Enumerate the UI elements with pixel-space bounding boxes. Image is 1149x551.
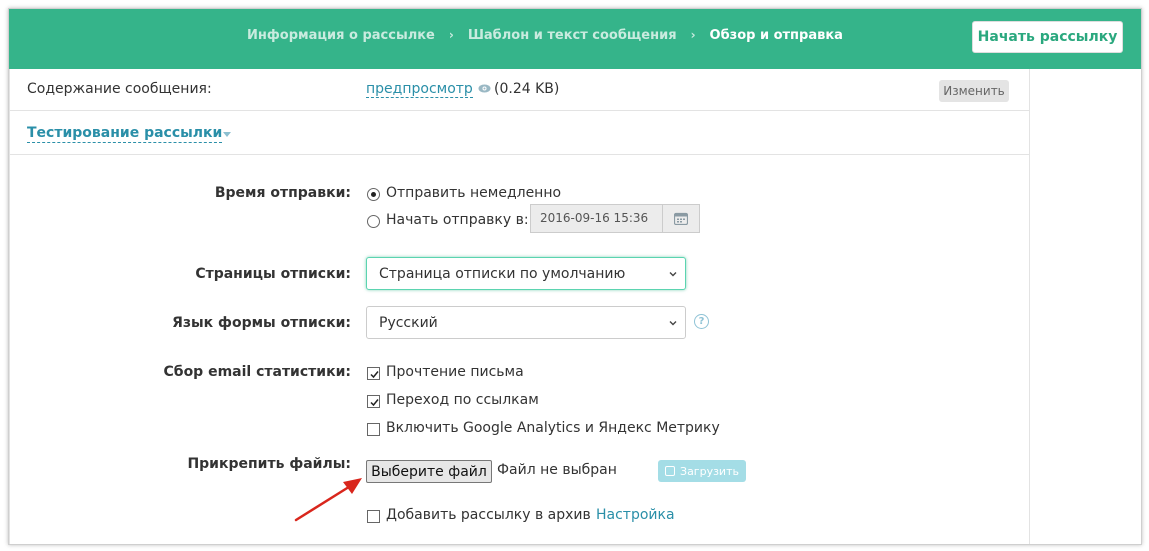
attach-files-label: Прикрепить файлы: bbox=[187, 456, 351, 472]
track-clicks-label[interactable]: Переход по ссылкам bbox=[386, 392, 539, 408]
unsubscribe-language-label: Язык формы отписки: bbox=[172, 315, 351, 331]
testing-toggle-link[interactable]: Тестирование рассылки bbox=[27, 125, 223, 143]
edit-button[interactable]: Изменить bbox=[939, 80, 1009, 102]
step-template[interactable]: Шаблон и текст сообщения bbox=[468, 28, 677, 43]
unsubscribe-page-select[interactable]: Страница отписки по умолчанию bbox=[366, 257, 686, 290]
track-opens-label[interactable]: Прочтение письма bbox=[386, 364, 524, 380]
file-status: Файл не выбран bbox=[497, 462, 617, 478]
archive-settings-link[interactable]: Настройка bbox=[596, 507, 675, 523]
start-campaign-button[interactable]: Начать рассылку bbox=[972, 21, 1123, 53]
wizard-steps: Информация о рассылке › Шаблон и текст с… bbox=[247, 9, 843, 61]
email-stats-label: Сбор email статистики: bbox=[163, 364, 351, 380]
unsubscribe-page-label: Страницы отписки: bbox=[195, 266, 351, 282]
chevron-right-icon: › bbox=[690, 28, 696, 42]
send-now-radio[interactable] bbox=[367, 188, 380, 201]
send-scheduled-radio[interactable] bbox=[367, 215, 380, 228]
upload-button-label: Загрузить bbox=[680, 464, 739, 478]
step-campaign-info[interactable]: Информация о рассылке bbox=[247, 28, 435, 43]
send-datetime-input[interactable]: 2016-09-16 15:36 bbox=[530, 204, 662, 233]
step-review-send[interactable]: Обзор и отправка bbox=[710, 28, 843, 43]
choose-file-button[interactable]: Выберите файл bbox=[366, 460, 492, 483]
send-now-label[interactable]: Отправить немедленно bbox=[386, 185, 561, 201]
testing-row: Тестирование рассылки bbox=[10, 111, 1030, 155]
chevron-down-icon bbox=[669, 272, 677, 277]
checkmark-icon bbox=[370, 399, 379, 407]
chevron-right-icon: › bbox=[448, 28, 454, 42]
caret-down-icon[interactable] bbox=[223, 132, 231, 137]
calendar-icon bbox=[674, 212, 688, 225]
send-time-label: Время отправки: bbox=[214, 185, 351, 201]
analytics-checkbox[interactable] bbox=[367, 423, 380, 436]
message-content-label: Содержание сообщения: bbox=[27, 81, 212, 97]
wizard-header: Информация о рассылке › Шаблон и текст с… bbox=[9, 9, 1141, 69]
unsubscribe-page-value: Страница отписки по умолчанию bbox=[379, 266, 626, 282]
main-content: Содержание сообщения: предпросмотр (0.24… bbox=[9, 69, 1030, 544]
unsubscribe-language-value: Русский bbox=[379, 315, 438, 331]
calendar-button[interactable] bbox=[662, 204, 700, 233]
preview-link[interactable]: предпросмотр bbox=[366, 81, 473, 98]
message-content-row: Содержание сообщения: предпросмотр (0.24… bbox=[10, 69, 1030, 111]
upload-icon bbox=[665, 466, 676, 476]
archive-label[interactable]: Добавить рассылку в архив bbox=[386, 507, 591, 523]
eye-icon bbox=[478, 84, 491, 93]
send-scheduled-label[interactable]: Начать отправку в: bbox=[386, 212, 529, 228]
upload-button[interactable]: Загрузить bbox=[658, 460, 746, 482]
checkmark-icon bbox=[370, 371, 379, 379]
help-icon[interactable]: ? bbox=[694, 314, 709, 329]
track-clicks-checkbox[interactable] bbox=[367, 395, 380, 408]
chevron-down-icon bbox=[669, 321, 677, 326]
message-size: (0.24 KB) bbox=[494, 81, 560, 97]
analytics-label[interactable]: Включить Google Analytics и Яндекс Метри… bbox=[386, 420, 720, 436]
app-frame: Информация о рассылке › Шаблон и текст с… bbox=[8, 8, 1142, 545]
annotation-arrow-icon bbox=[294, 478, 362, 522]
unsubscribe-language-select[interactable]: Русский bbox=[366, 306, 686, 339]
track-opens-checkbox[interactable] bbox=[367, 367, 380, 380]
